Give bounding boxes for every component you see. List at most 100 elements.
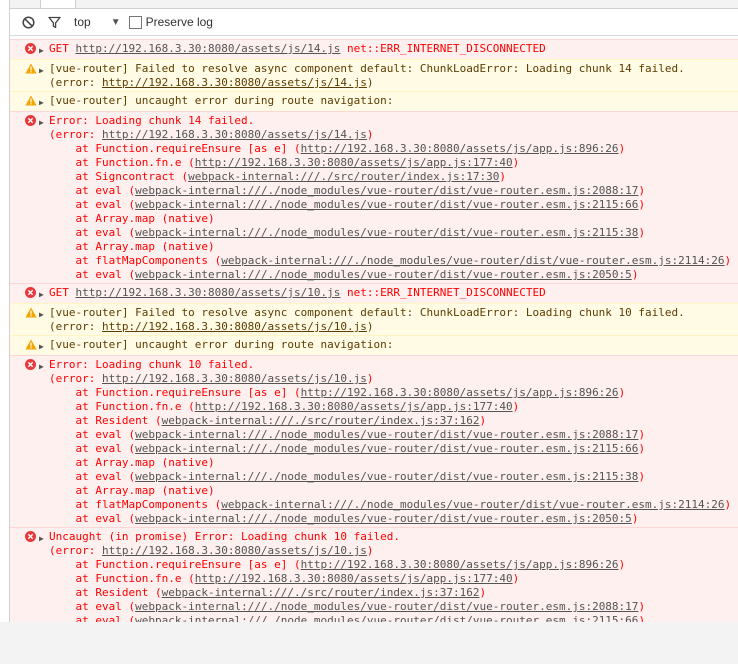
expand-arrow-icon[interactable]: ▶ — [36, 62, 49, 90]
message-line-prefix: at Resident ( — [75, 586, 162, 599]
stack-line: at Signcontract (webpack-internal:///./s… — [49, 170, 738, 184]
source-link[interactable]: http://192.168.3.30:8080/assets/js/10.js — [102, 320, 367, 333]
error-icon — [25, 43, 36, 54]
source-link[interactable]: http://192.168.3.30:8080/assets/js/10.js — [76, 286, 341, 299]
expand-arrow-icon[interactable]: ▶ — [36, 338, 49, 354]
source-link[interactable]: webpack-internal:///./node_modules/vue-r… — [221, 498, 724, 511]
message-line-suffix: ) — [618, 558, 626, 571]
source-link[interactable]: webpack-internal:///./src/router/index.j… — [162, 414, 480, 427]
source-link[interactable]: http://192.168.3.30:8080/assets/js/app.j… — [301, 558, 619, 571]
context-dropdown-icon[interactable]: ▼ — [111, 17, 121, 28]
expand-arrow-icon[interactable]: ▶ — [36, 358, 49, 526]
expand-arrow-icon[interactable]: ▶ — [36, 530, 49, 622]
source-link[interactable]: webpack-internal:///./node_modules/vue-r… — [135, 268, 632, 281]
stack-line: at Array.map (native) — [49, 484, 738, 498]
message-line-prefix: at eval ( — [75, 614, 136, 622]
stack-line: at Function.requireEnsure [as e] (http:/… — [49, 386, 738, 400]
message-text: [vue-router] Failed to resolve async com… — [49, 306, 738, 320]
message-line-suffix: ) — [638, 470, 646, 483]
console-error-message[interactable]: ▶ GET http://192.168.3.30:8080/assets/js/… — [10, 39, 738, 59]
message-gutter — [10, 62, 37, 90]
message-line-prefix: at eval ( — [75, 600, 136, 613]
console-tab[interactable] — [40, 0, 76, 8]
stack-line: at Array.map (native) — [49, 212, 738, 226]
source-link[interactable]: webpack-internal:///./node_modules/vue-r… — [135, 600, 638, 613]
source-link[interactable]: http://192.168.3.30:8080/assets/js/app.j… — [301, 386, 619, 399]
source-link[interactable]: webpack-internal:///./src/router/index.j… — [162, 586, 480, 599]
source-link[interactable]: http://192.168.3.30:8080/assets/js/app.j… — [195, 400, 513, 413]
source-link[interactable]: webpack-internal:///./node_modules/vue-r… — [135, 614, 638, 622]
source-link[interactable]: http://192.168.3.30:8080/assets/js/10.js — [102, 544, 367, 557]
expand-arrow-icon[interactable]: ▶ — [36, 306, 49, 334]
source-link[interactable]: http://192.168.3.30:8080/assets/js/app.j… — [301, 142, 619, 155]
message-text: Uncaught (in promise) Error: Loading chu… — [49, 530, 738, 544]
stack-line: at eval (webpack-internal:///./node_modu… — [49, 614, 738, 622]
source-link[interactable]: http://192.168.3.30:8080/assets/js/10.js — [102, 372, 367, 385]
error-icon — [25, 359, 36, 370]
source-link[interactable]: http://192.168.3.30:8080/assets/js/14.js — [102, 76, 367, 89]
console-warning-message[interactable]: ▶ [vue-router] uncaught error during rout… — [10, 91, 738, 111]
message-line-prefix: at Signcontract ( — [75, 170, 189, 183]
stack-line: at Function.requireEnsure [as e] (http:/… — [49, 558, 738, 572]
console-warning-message[interactable]: ▶ [vue-router] Failed to resolve async co… — [10, 59, 738, 91]
console-panel: top ▼ Preserve log ▶ GET http://192.168.3… — [9, 0, 738, 622]
message-line-prefix: (error: — [49, 320, 102, 333]
console-warning-message[interactable]: ▶ [vue-router] Failed to resolve async co… — [10, 303, 738, 335]
source-link[interactable]: http://192.168.3.30:8080/assets/js/app.j… — [195, 156, 513, 169]
message-line-suffix: ) — [512, 400, 520, 413]
stack-line: at Function.fn.e (http://192.168.3.30:80… — [49, 400, 738, 414]
message-body: GET http://192.168.3.30:8080/assets/js/1… — [49, 286, 738, 302]
source-link[interactable]: webpack-internal:///./node_modules/vue-r… — [135, 226, 638, 239]
stack-line: at Function.fn.e (http://192.168.3.30:80… — [49, 572, 738, 586]
context-selector[interactable]: top — [74, 15, 91, 29]
message-line-prefix: at Function.fn.e ( — [75, 156, 195, 169]
expand-arrow-icon[interactable]: ▶ — [36, 94, 49, 110]
message-gutter — [10, 358, 36, 526]
message-line-suffix: ) — [638, 428, 646, 441]
stack-line: at eval (webpack-internal:///./node_modu… — [49, 600, 738, 614]
message-line-text: at Array.map (native) — [75, 212, 215, 225]
source-link[interactable]: webpack-internal:///./node_modules/vue-r… — [135, 184, 638, 197]
filter-icon[interactable] — [46, 14, 62, 30]
source-link[interactable]: webpack-internal:///./node_modules/vue-r… — [135, 470, 638, 483]
expand-arrow-icon[interactable]: ▶ — [36, 286, 49, 302]
message-line-prefix: at Function.fn.e ( — [75, 400, 195, 413]
source-link[interactable]: http://192.168.3.30:8080/assets/js/14.js — [102, 128, 367, 141]
source-link[interactable]: webpack-internal:///./node_modules/vue-r… — [135, 198, 638, 211]
expand-arrow-icon[interactable]: ▶ — [36, 42, 49, 58]
message-line-text: Uncaught (in promise) Error: Loading chu… — [49, 530, 400, 543]
console-error-message[interactable]: ▶ Uncaught (in promise) Error: Loading ch… — [10, 527, 738, 622]
source-link[interactable]: webpack-internal:///./node_modules/vue-r… — [135, 428, 638, 441]
source-link[interactable]: webpack-internal:///./node_modules/vue-r… — [221, 254, 724, 267]
preserve-log-checkbox[interactable] — [128, 15, 142, 29]
source-link[interactable]: http://192.168.3.30:8080/assets/js/14.js — [76, 42, 341, 55]
source-link[interactable]: webpack-internal:///./node_modules/vue-r… — [135, 442, 638, 455]
warning-icon — [25, 95, 37, 106]
message-line-suffix: ) — [638, 442, 646, 455]
message-body: [vue-router] uncaught error during route… — [49, 338, 738, 354]
console-error-message[interactable]: ▶ Error: Loading chunk 14 failed. (error: … — [10, 111, 738, 283]
error-icon — [25, 287, 36, 298]
console-warning-message[interactable]: ▶ [vue-router] uncaught error during rout… — [10, 335, 738, 355]
stack-line: at eval (webpack-internal:///./node_modu… — [49, 198, 738, 212]
expand-arrow-icon[interactable]: ▶ — [36, 114, 49, 282]
stack-line: at eval (webpack-internal:///./node_modu… — [49, 512, 738, 526]
message-text: [vue-router] uncaught error during route… — [49, 338, 738, 352]
clear-console-icon[interactable] — [20, 14, 36, 30]
message-line-prefix: at Function.requireEnsure [as e] ( — [75, 142, 301, 155]
message-line-prefix: (error: — [49, 544, 102, 557]
console-error-message[interactable]: ▶ GET http://192.168.3.30:8080/assets/js/… — [10, 283, 738, 303]
message-body: [vue-router] uncaught error during route… — [49, 94, 738, 110]
stack-line: at flatMapComponents (webpack-internal:/… — [49, 254, 738, 268]
warning-icon — [25, 339, 37, 350]
source-link[interactable]: webpack-internal:///./src/router/index.j… — [188, 170, 499, 183]
source-link[interactable]: webpack-internal:///./node_modules/vue-r… — [135, 512, 632, 525]
stack-line: at eval (webpack-internal:///./node_modu… — [49, 226, 738, 240]
message-line-suffix: ) — [366, 372, 374, 385]
stack-line: at Array.map (native) — [49, 456, 738, 470]
message-line-suffix: ) — [479, 414, 487, 427]
preserve-log-toggle[interactable]: Preserve log — [128, 15, 213, 29]
source-link[interactable]: http://192.168.3.30:8080/assets/js/app.j… — [195, 572, 513, 585]
message-body: Error: Loading chunk 10 failed. (error: h… — [49, 358, 738, 526]
console-error-message[interactable]: ▶ Error: Loading chunk 10 failed. (error: … — [10, 355, 738, 527]
